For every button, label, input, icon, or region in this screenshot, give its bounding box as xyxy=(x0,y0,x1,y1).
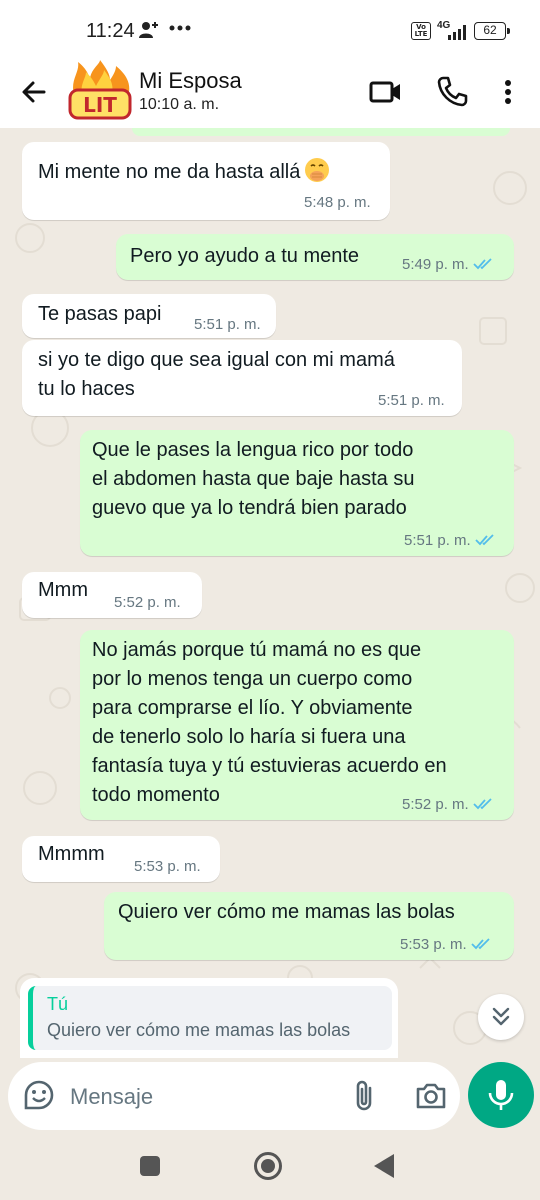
message-text: Mmm xyxy=(38,579,88,601)
sticker-emoji-icon[interactable] xyxy=(22,1078,56,1112)
microphone-button[interactable] xyxy=(468,1062,534,1128)
message-time: 5:51 p. m. xyxy=(378,392,445,409)
person-add-icon xyxy=(138,20,160,45)
quoted-message[interactable]: Tú Quiero ver cómo me mamas las bolas xyxy=(28,986,392,1050)
reply-preview[interactable]: Tú Quiero ver cómo me mamas las bolas xyxy=(20,978,398,1058)
system-nav-bar xyxy=(0,1134,540,1200)
contact-last-seen: 10:10 a. m. xyxy=(139,96,220,113)
message-time-status: 5:51 p. m. xyxy=(404,532,495,549)
contact-name[interactable]: Mi Esposa xyxy=(139,68,242,94)
message-time-status: 5:53 p. m. xyxy=(400,936,491,953)
avatar[interactable]: LIT xyxy=(66,60,138,124)
message-text-content: Mi mente no me da hasta allá xyxy=(38,161,301,183)
double-chevron-down-icon xyxy=(492,1007,510,1026)
reply-text: Quiero ver cómo me mamas las bolas xyxy=(47,1020,351,1040)
back-arrow-icon[interactable] xyxy=(18,76,50,108)
message-time: 5:52 p. m. xyxy=(114,594,181,611)
more-options-icon[interactable] xyxy=(496,76,520,108)
volte-icon: Vo LTE xyxy=(411,22,431,40)
camera-icon[interactable] xyxy=(414,1080,448,1112)
message-text: si yo te digo que sea igual con mi mamá … xyxy=(38,349,395,400)
home-button[interactable] xyxy=(254,1152,282,1180)
message-text: Mi mente no me da hasta allá xyxy=(38,157,330,187)
system-back-button[interactable] xyxy=(374,1154,394,1178)
message-text: Pero yo ayudo a tu mente xyxy=(130,245,360,267)
reply-author: Tú xyxy=(47,994,69,1014)
scroll-to-bottom-button[interactable] xyxy=(478,994,524,1040)
message-time-status: 5:49 p. m. xyxy=(402,256,493,273)
signal-icon xyxy=(448,24,470,45)
message-bubble-incoming[interactable]: Mmm 5:52 p. m. xyxy=(22,572,202,618)
message-time: 5:51 p. m. xyxy=(404,532,471,549)
status-bar: 11:24 Vo LTE 4G 62 xyxy=(0,0,540,60)
message-bubble-outgoing[interactable]: Que le pases la lengua rico por todo el … xyxy=(80,430,514,556)
read-receipt-icon xyxy=(471,938,490,950)
avatar-text: LIT xyxy=(83,93,117,117)
more-notifications-icon xyxy=(168,18,192,44)
message-bubble-incoming[interactable]: Mi mente no me da hasta allá 5:48 p. m. xyxy=(22,142,390,220)
read-receipt-icon xyxy=(473,798,492,810)
message-time: 5:52 p. m. xyxy=(402,796,469,813)
message-bubble-outgoing[interactable]: No jamás porque tú mamá no es que por lo… xyxy=(80,630,514,820)
video-call-icon[interactable] xyxy=(368,76,404,108)
message-text: Te pasas papi xyxy=(38,303,162,325)
message-time: 5:53 p. m. xyxy=(400,936,467,953)
status-time: 11:24 xyxy=(86,20,135,42)
message-time-status: 5:52 p. m. xyxy=(402,796,493,813)
message-text: No jamás porque tú mamá no es que por lo… xyxy=(92,639,447,806)
message-bubble-outgoing[interactable]: Pero yo ayudo a tu mente 5:49 p. m. xyxy=(116,234,514,280)
previous-message-edge xyxy=(132,128,510,136)
message-text: Que le pases la lengua rico por todo el … xyxy=(92,439,415,519)
message-bubble-incoming[interactable]: si yo te digo que sea igual con mi mamá … xyxy=(22,340,462,416)
message-input[interactable] xyxy=(70,1080,330,1114)
message-bubble-outgoing[interactable]: Quiero ver cómo me mamas las bolas 5:53 … xyxy=(104,892,514,960)
voice-call-icon[interactable] xyxy=(436,74,468,108)
message-bubble-incoming[interactable]: Te pasas papi 5:51 p. m. xyxy=(22,294,276,338)
message-time: 5:49 p. m. xyxy=(402,256,469,273)
read-receipt-icon xyxy=(475,534,494,546)
read-receipt-icon xyxy=(473,258,492,270)
message-time: 5:53 p. m. xyxy=(134,858,201,875)
message-text: Mmmm xyxy=(38,843,105,865)
face-with-hand-over-mouth-icon xyxy=(305,158,330,182)
microphone-icon xyxy=(488,1080,514,1110)
chat-header: LIT Mi Esposa 10:10 a. m. xyxy=(0,60,540,128)
battery-icon: 62 xyxy=(474,22,510,40)
message-text: Quiero ver cómo me mamas las bolas xyxy=(118,901,455,923)
message-time: 5:48 p. m. xyxy=(304,194,371,211)
recent-apps-button[interactable] xyxy=(140,1156,160,1176)
message-bubble-incoming[interactable]: Mmmm 5:53 p. m. xyxy=(22,836,220,882)
message-time: 5:51 p. m. xyxy=(194,316,261,333)
paperclip-icon[interactable] xyxy=(350,1078,378,1114)
